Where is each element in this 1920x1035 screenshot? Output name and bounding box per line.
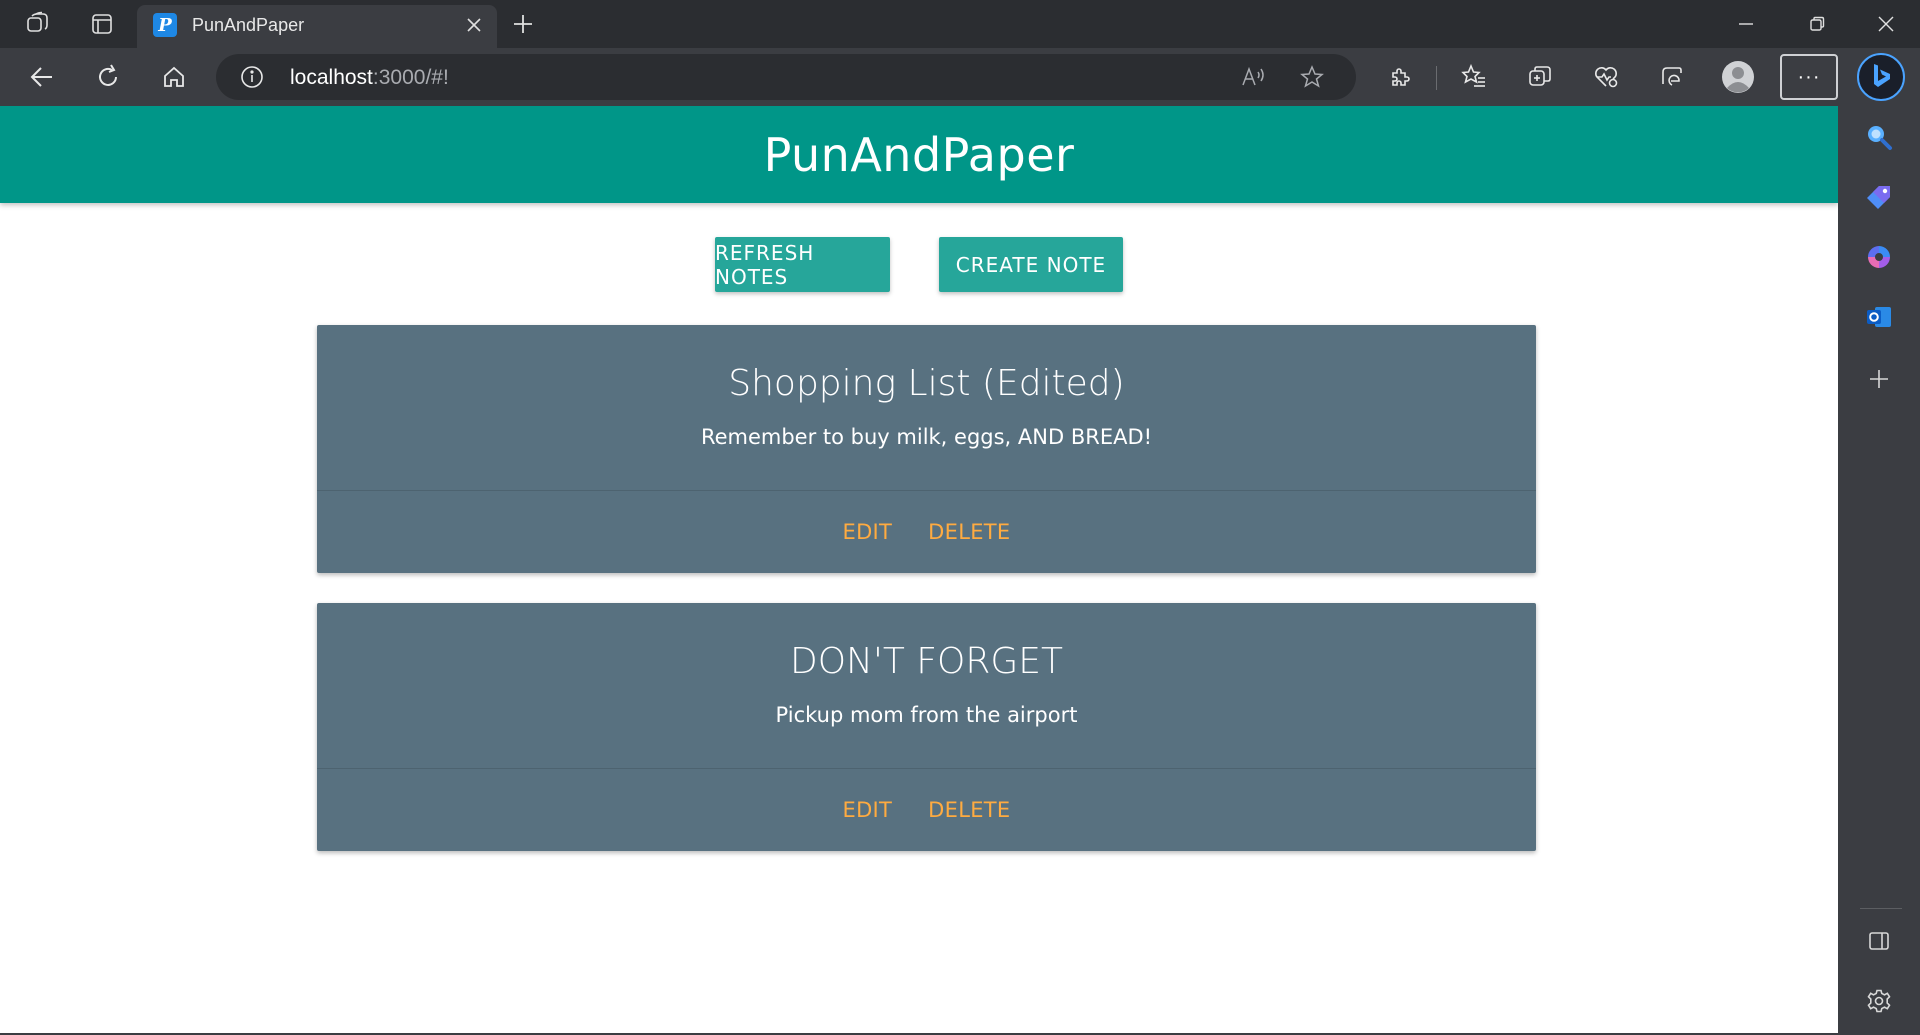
delete-note-link[interactable]: DELETE [928, 798, 1010, 822]
app-header: PunAndPaper [0, 106, 1838, 203]
tab-title: PunAndPaper [192, 15, 305, 35]
vertical-tabs-icon[interactable] [86, 8, 118, 40]
gear-icon[interactable] [1862, 984, 1896, 1018]
collections-icon[interactable] [1522, 59, 1558, 95]
refresh-icon[interactable] [90, 59, 126, 95]
active-tab[interactable]: P PunAndPaper [137, 5, 497, 48]
minimize-icon[interactable] [1718, 4, 1774, 44]
workspaces-icon[interactable] [22, 8, 54, 40]
favorite-star-icon[interactable] [1297, 62, 1327, 92]
copilot-icon[interactable] [1862, 240, 1896, 274]
restore-icon[interactable] [1789, 4, 1845, 44]
hide-sidebar-icon[interactable] [1862, 924, 1896, 958]
note-card: DON'T FORGET Pickup mom from the airport… [317, 603, 1536, 851]
outlook-icon[interactable] [1862, 300, 1896, 334]
edit-note-link[interactable]: EDIT [843, 520, 893, 544]
note-body: Remember to buy milk, eggs, AND BREAD! [700, 425, 1153, 449]
add-sidebar-app-icon[interactable] [1862, 362, 1896, 396]
search-icon[interactable] [1862, 120, 1896, 154]
note-card: Shopping List (Edited) Remember to buy m… [317, 325, 1536, 573]
edit-note-link[interactable]: EDIT [843, 798, 893, 822]
note-title: DON'T FORGET [789, 641, 1063, 682]
sidebar-divider [1860, 908, 1902, 909]
edge-bar-icon[interactable] [1654, 59, 1690, 95]
extensions-icon[interactable] [1382, 59, 1418, 95]
delete-note-link[interactable]: DELETE [928, 520, 1010, 544]
browser-toolbar: localhost:3000/#! ··· [0, 48, 1920, 106]
profile-avatar[interactable] [1720, 59, 1756, 95]
card-actions: EDIT DELETE [317, 491, 1536, 573]
url-path: :3000/#! [372, 66, 449, 89]
favicon-icon: P [153, 13, 177, 37]
home-icon[interactable] [156, 59, 192, 95]
new-tab-button[interactable] [507, 8, 539, 40]
browser-essentials-icon[interactable] [1588, 59, 1624, 95]
refresh-notes-button[interactable]: REFRESH NOTES [715, 237, 890, 292]
back-icon[interactable] [24, 59, 60, 95]
read-aloud-icon[interactable] [1239, 62, 1269, 92]
site-info-icon[interactable] [240, 65, 264, 89]
note-title: Shopping List (Edited) [728, 363, 1125, 404]
close-window-icon[interactable] [1858, 4, 1914, 44]
tab-bar: P PunAndPaper [0, 0, 1920, 48]
close-tab-icon[interactable] [459, 10, 489, 40]
edge-sidebar [1838, 106, 1920, 1035]
toolbar-divider [1436, 66, 1437, 90]
card-actions: EDIT DELETE [317, 769, 1536, 851]
url-host: localhost [290, 66, 373, 89]
address-bar[interactable]: localhost:3000/#! [216, 54, 1356, 100]
settings-more-button[interactable]: ··· [1780, 54, 1838, 100]
note-body: Pickup mom from the airport [775, 703, 1078, 727]
shopping-tag-icon[interactable] [1862, 180, 1896, 214]
bing-copilot-icon[interactable] [1856, 52, 1906, 102]
create-note-button[interactable]: CREATE NOTE [939, 237, 1123, 292]
page-viewport: PunAndPaper REFRESH NOTES CREATE NOTE Sh… [0, 106, 1838, 1035]
url-text: localhost:3000/#! [290, 66, 449, 90]
app-title: PunAndPaper [763, 127, 1075, 182]
favorites-icon[interactable] [1456, 59, 1492, 95]
